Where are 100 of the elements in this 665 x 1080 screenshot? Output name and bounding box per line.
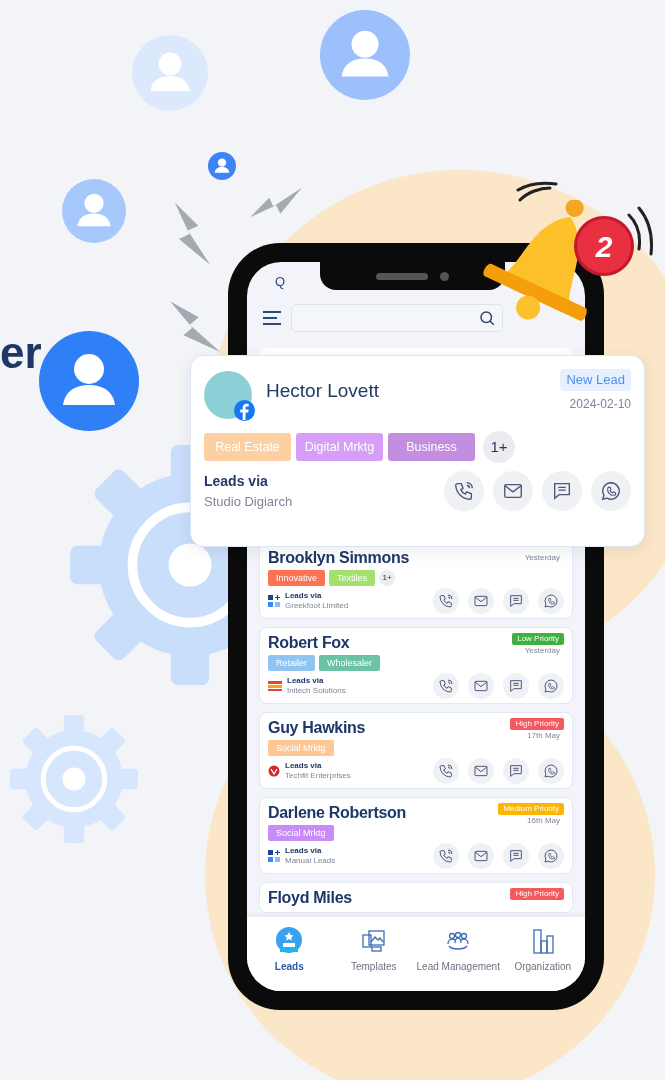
source-label: Leads via [285,761,323,771]
gear-icon [10,715,138,843]
mail-icon [473,848,489,864]
mail-icon [473,763,489,779]
tag-label: Social Mrktg [268,740,334,756]
whatsapp-icon [543,763,559,779]
priority-badge: High Priority [510,718,564,730]
tag-label: Retailer [268,655,315,671]
source-label: Leads via [204,472,269,491]
priority-badge: High Priority [510,888,564,900]
call-button[interactable] [433,673,459,699]
lead-card[interactable]: Robert Fox Low Priority Yesterday Retailer Wholesaler Leads via Initech Solutions [259,627,573,704]
emblem-logo-icon [268,765,280,777]
whatsapp-icon [600,480,622,503]
lead-name: Floyd Miles [268,888,352,908]
user-icon [320,10,410,100]
grid-logo-icon [268,850,280,862]
lead-name: Hector Lovett [266,379,379,403]
heading-text: er [0,328,42,378]
source-name: Techfit Enterprises [285,771,351,781]
tag-label: Textiles [329,570,376,586]
nav-tab[interactable]: Templates [331,927,416,973]
chat-icon [508,593,524,609]
tag-label: Social Mrktg [268,825,334,841]
chat-icon [508,848,524,864]
tag-label: Digital Mrktg [296,433,383,461]
templates-icon [359,927,388,955]
source-name: Manual Leads [285,856,336,866]
tag-label: Business [388,433,475,461]
lead-card[interactable]: Darlene Robertson Medium Priority 16th May Social Mrktg Leads via Manual Leads [259,797,573,874]
status-badge: New Lead [560,369,631,391]
whatsapp-icon [543,848,559,864]
message-button[interactable] [503,673,529,699]
more-count: 1+ [379,570,396,586]
grid-logo-icon [268,595,280,607]
more-count: 1+ [483,431,515,463]
phone-icon [438,593,454,609]
whatsapp-button[interactable] [538,843,564,869]
lead-date: 2024-02-10 [569,396,631,413]
call-button[interactable] [433,588,459,614]
whatsapp-button[interactable] [591,471,631,512]
message-button[interactable] [542,471,582,512]
lead-date: 17th May [527,730,561,742]
message-button[interactable] [503,843,529,869]
chat-icon [508,763,524,779]
source-name: Initech Solutions [287,686,346,696]
source-label: Leads via [285,591,323,601]
email-button[interactable] [468,588,494,614]
call-button[interactable] [433,758,459,784]
lead-date: Yesterday [524,552,561,564]
user-icon [62,179,126,243]
message-button[interactable] [503,758,529,784]
source-label: Leads via [287,676,325,686]
email-button[interactable] [493,471,533,512]
nav-tab[interactable]: Leads [247,927,332,973]
whatsapp-icon [543,678,559,694]
email-button[interactable] [468,843,494,869]
lead-popup-card[interactable]: Hector Lovett New Lead 2024-02-10 Real Estate Digital Mrktg Business 1+ Leads via Studio Digiarch [190,355,645,547]
tag-label: Wholesaler [319,655,381,671]
lead-date: Yesterday [524,645,561,657]
search-icon [478,309,496,327]
call-button[interactable] [444,471,484,512]
email-button[interactable] [468,673,494,699]
phone-icon [438,678,454,694]
trophy-icon [275,927,304,955]
whatsapp-icon [543,593,559,609]
search-field[interactable] [291,304,503,332]
mail-icon [473,678,489,694]
nav-tab[interactable]: Organization [500,927,585,973]
user-icon [132,35,208,111]
tag-label: Innovative [268,570,326,586]
phone-icon [438,763,454,779]
call-button[interactable] [433,843,459,869]
lead-date: 16th May [527,815,561,827]
nav-tab[interactable]: Lead Management [416,927,501,973]
priority-badge: Medium Priority [498,803,564,815]
priority-badge: Low Priority [512,633,564,645]
lead-name: Brooklyn Simmons [268,548,409,568]
status-glyph: Q [275,274,286,289]
user-icon [208,152,236,180]
source-name: Greekfoot Limited [285,601,349,611]
lead-name: Robert Fox [268,633,350,653]
chat-icon [508,678,524,694]
source-label: Leads via [285,846,323,856]
lead-card[interactable]: Guy Hawkins High Priority 17th May Social Mrktg Leads via Techfit Enterprises [259,712,573,789]
whatsapp-button[interactable] [538,673,564,699]
phone-icon [453,480,475,503]
stripes-logo-icon [268,680,282,692]
message-button[interactable] [503,588,529,614]
tag-label: Real Estate [204,433,291,461]
lead-name: Guy Hawkins [268,718,366,738]
email-button[interactable] [468,758,494,784]
facebook-icon [234,400,255,421]
lead-card[interactable]: Floyd Miles High Priority [259,882,573,913]
whatsapp-button[interactable] [538,758,564,784]
source-name: Studio Digiarch [204,493,293,511]
whatsapp-button[interactable] [538,588,564,614]
user-icon [39,331,139,431]
lead-name: Darlene Robertson [268,803,407,823]
menu-icon[interactable] [263,311,281,325]
